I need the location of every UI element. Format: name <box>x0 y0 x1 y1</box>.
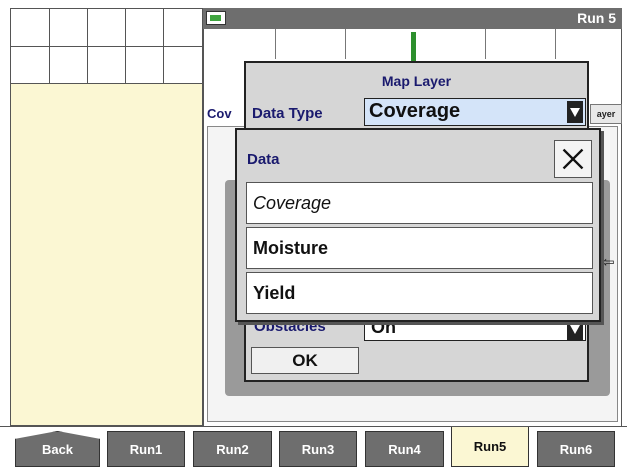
tab-run5[interactable]: Run5 <box>451 427 529 467</box>
title-bar: Run 5 <box>203 8 622 29</box>
data-type-label: Data Type <box>252 105 323 122</box>
ok-button[interactable]: OK <box>251 347 359 374</box>
layer-button[interactable]: ayer <box>590 104 622 124</box>
tab-run1[interactable]: Run1 <box>107 431 185 467</box>
option-yield[interactable]: Yield <box>246 272 593 314</box>
tab-run4[interactable]: Run4 <box>365 431 444 467</box>
option-coverage[interactable]: Coverage <box>246 182 593 224</box>
tab-bar: Back Run1 Run2 Run3 Run4 Run5 Run6 <box>0 426 627 470</box>
dialog-title: Map Layer <box>381 73 452 89</box>
page-title: Run 5 <box>577 10 616 26</box>
tab-run6[interactable]: Run6 <box>537 431 615 467</box>
back-button[interactable]: Back <box>15 431 100 467</box>
overview-grid <box>10 8 203 84</box>
left-arrow-icon[interactable]: ⇦ <box>602 253 615 271</box>
option-moisture[interactable]: Moisture <box>246 227 593 269</box>
data-type-value: Coverage <box>369 100 461 122</box>
battery-icon <box>206 11 226 25</box>
close-icon[interactable] <box>555 141 591 177</box>
tab-run3[interactable]: Run3 <box>279 431 357 467</box>
data-popup: Data Coverage Moisture Yield <box>235 128 601 322</box>
close-button[interactable] <box>554 140 592 178</box>
left-panel <box>10 84 203 426</box>
popup-title: Data <box>247 151 280 168</box>
data-type-select[interactable]: Coverage <box>364 98 586 126</box>
tab-run2[interactable]: Run2 <box>193 431 272 467</box>
dropdown-arrow-icon[interactable] <box>567 101 583 123</box>
layer-label: Cov <box>207 106 232 121</box>
